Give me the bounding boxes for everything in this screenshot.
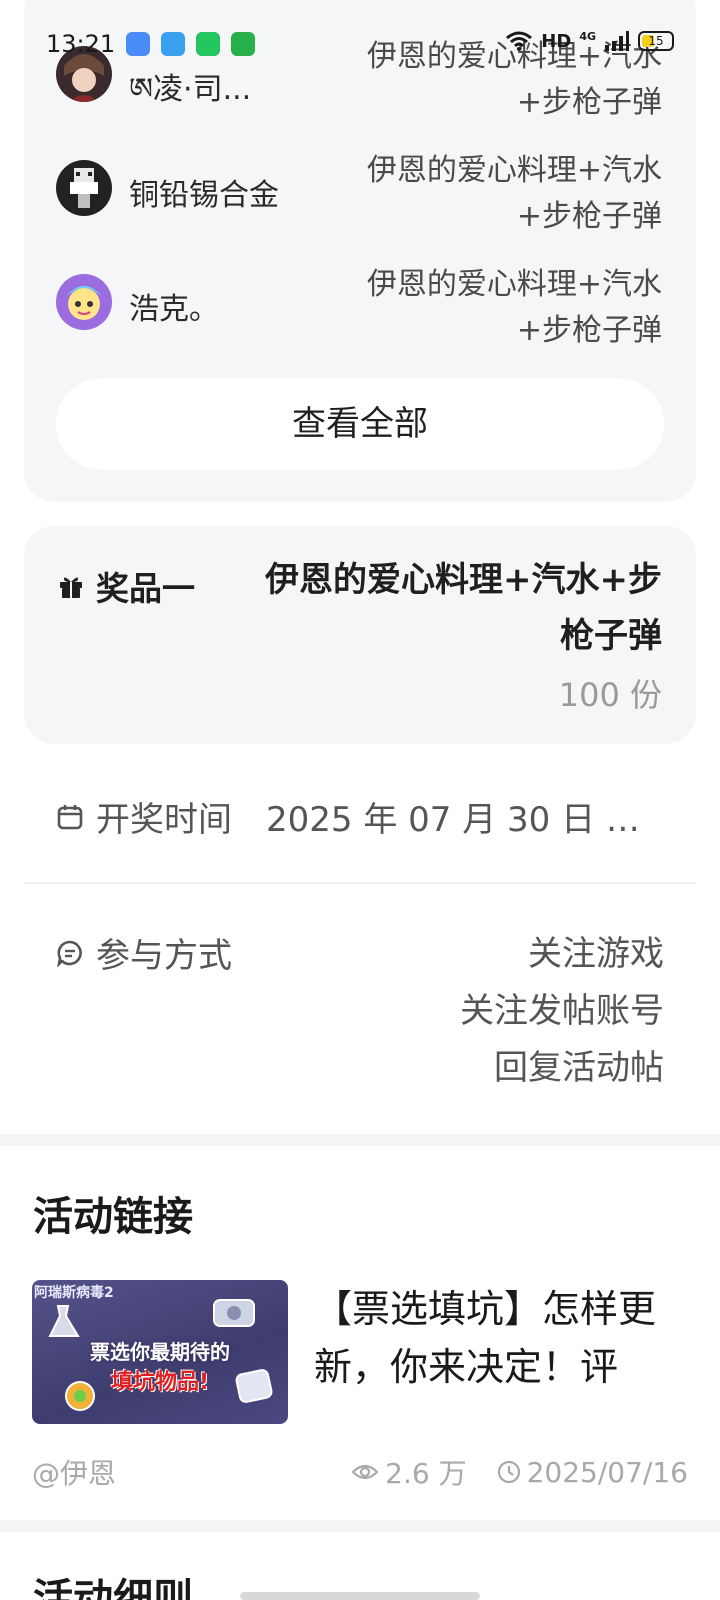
prize-name: 伊恩的爱心料理+汽水+步枪子弹 xyxy=(265,560,662,656)
thumbnail-brand: 阿瑞斯病毒2 xyxy=(34,1285,114,1301)
participation-row: 参与方式 关注游戏 关注发帖账号 回复活动帖 xyxy=(56,928,664,1088)
eye-icon xyxy=(351,1464,379,1480)
avatar[interactable] xyxy=(56,46,112,102)
participation-steps: 关注游戏 关注发帖账号 回复活动帖 xyxy=(460,926,664,1097)
divider xyxy=(24,882,696,884)
participation-step: 回复活动帖 xyxy=(494,1048,664,1088)
home-indicator[interactable] xyxy=(240,1592,480,1600)
avatar[interactable] xyxy=(56,274,112,330)
prize-card: 奖品一 伊恩的爱心料理+汽水+步枪子弹 100 份 xyxy=(24,526,696,744)
winner-prize: 伊恩的爱心料理+汽水+步枪子弹 xyxy=(366,153,662,234)
section-separator xyxy=(0,1520,720,1532)
activity-link-headline[interactable]: 【票选填坑】怎样更新，你来决定！评 xyxy=(314,1280,688,1396)
activity-link-meta: @伊恩 2.6 万 2025/07/16 xyxy=(32,1452,688,1492)
winner-row[interactable]: ཨ凌·司... 伊恩的爱心料理+汽水+步枪子弹 xyxy=(56,39,662,146)
participation-label-text: 参与方式 xyxy=(96,936,232,976)
post-stats: 2.6 万 2025/07/16 xyxy=(351,1452,688,1492)
draw-time-label-text: 开奖时间 xyxy=(96,800,232,840)
thumbnail-headline: 票选你最期待的 xyxy=(90,1340,230,1364)
activity-link-title: 活动链接 xyxy=(33,1194,193,1240)
comment-icon xyxy=(57,940,82,967)
view-all-button[interactable]: 查看全部 xyxy=(56,378,664,470)
winner-name: 浩克。 xyxy=(129,292,219,327)
prize-count: 100 份 xyxy=(558,676,662,714)
clock-icon xyxy=(497,1460,520,1484)
gift-icon xyxy=(60,577,82,598)
prize-label: 奖品一 xyxy=(58,562,195,610)
thumbnail-highlight: 填坑物品! xyxy=(110,1370,210,1395)
draw-time-value: 2025 年 07 月 30 日 23... xyxy=(266,800,656,840)
winner-prize: 伊恩的爱心料理+汽水+步枪子弹 xyxy=(366,39,662,120)
winner-prize: 伊恩的爱心料理+汽水+步枪子弹 xyxy=(366,267,662,348)
winner-row[interactable]: 浩克。 伊恩的爱心料理+汽水+步枪子弹 xyxy=(56,267,662,374)
view-count: 2.6 万 xyxy=(351,1452,467,1492)
activity-thumbnail[interactable]: 阿瑞斯病毒2 票选你最期待的 填坑物品! xyxy=(32,1280,288,1424)
participation-step: 关注发帖账号 xyxy=(460,991,664,1031)
avatar[interactable] xyxy=(56,160,112,216)
post-date: 2025/07/16 xyxy=(497,1456,688,1489)
winner-name: ཨ凌·司... xyxy=(129,72,252,107)
post-date-text: 2025/07/16 xyxy=(526,1455,688,1489)
calendar-icon xyxy=(57,804,83,829)
post-author[interactable]: @伊恩 xyxy=(32,1452,116,1492)
draw-time-row: 开奖时间 2025 年 07 月 30 日 23... xyxy=(56,792,664,841)
gadget-icon xyxy=(213,1299,255,1327)
prize-label-text: 奖品一 xyxy=(96,569,195,608)
winners-card: ཨ凌·司... 伊恩的爱心料理+汽水+步枪子弹 铜铅锡合金 伊恩的爱心料理+汽水… xyxy=(24,0,696,502)
activity-rules-title: 活动细则 xyxy=(33,1576,193,1600)
section-separator xyxy=(0,1134,720,1146)
winner-name: 铜铅锡合金 xyxy=(129,178,279,213)
view-count-text: 2.6 万 xyxy=(385,1457,467,1490)
participation-step: 关注游戏 xyxy=(528,934,664,974)
activity-link-card[interactable]: 阿瑞斯病毒2 票选你最期待的 填坑物品! 【票选填坑】怎样更新，你来决定！评 xyxy=(32,1280,688,1424)
winner-row[interactable]: 铜铅锡合金 伊恩的爱心料理+汽水+步枪子弹 xyxy=(56,153,662,260)
